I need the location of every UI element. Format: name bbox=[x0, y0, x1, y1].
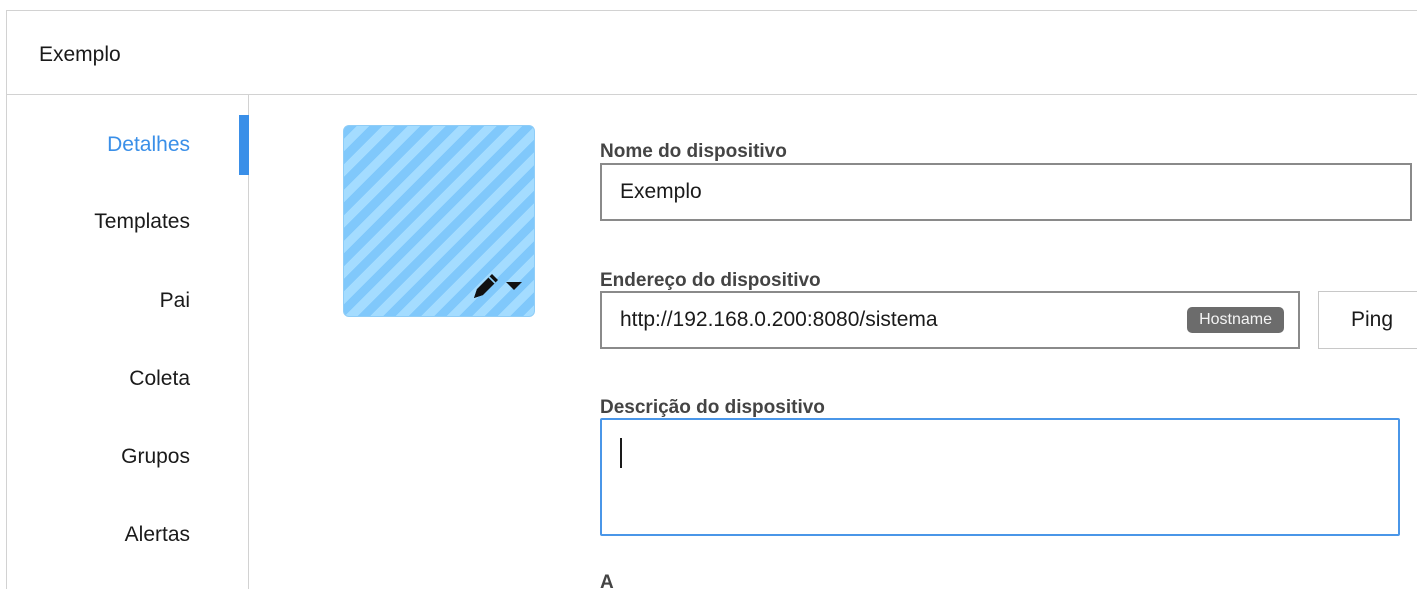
ping-button[interactable]: Ping bbox=[1318, 291, 1417, 349]
next-field-label-partial: A bbox=[600, 572, 614, 593]
sidebar-item-templates[interactable]: Templates bbox=[94, 210, 190, 234]
sidebar-item-coleta[interactable]: Coleta bbox=[129, 367, 190, 391]
sidebar-item-detalhes[interactable]: Detalhes bbox=[107, 133, 190, 157]
sidebar-nav: Detalhes Templates Pai Coleta Grupos Ale… bbox=[7, 95, 249, 589]
pencil-icon bbox=[468, 268, 504, 309]
device-description-field[interactable] bbox=[600, 418, 1400, 536]
avatar-edit-menu[interactable] bbox=[462, 268, 524, 308]
sidebar-item-grupos[interactable]: Grupos bbox=[121, 445, 190, 469]
page-title: Exemplo bbox=[39, 43, 121, 66]
device-address-field[interactable]: http://192.168.0.200:8080/sistema Hostna… bbox=[600, 291, 1300, 349]
device-address-label: Endereço do dispositivo bbox=[600, 270, 821, 291]
sidebar-item-pai[interactable]: Pai bbox=[160, 289, 190, 313]
sidebar-item-alertas[interactable]: Alertas bbox=[125, 523, 190, 547]
active-tab-indicator bbox=[239, 115, 249, 175]
device-name-value: Exemplo bbox=[620, 180, 702, 203]
panel-header: Exemplo bbox=[7, 11, 1417, 95]
device-name-field[interactable]: Exemplo bbox=[600, 163, 1412, 221]
device-avatar[interactable] bbox=[343, 125, 535, 317]
device-description-label: Descrição do dispositivo bbox=[600, 397, 825, 418]
device-name-label: Nome do dispositivo bbox=[600, 141, 787, 162]
hostname-badge: Hostname bbox=[1187, 307, 1284, 333]
text-caret bbox=[620, 438, 622, 468]
caret-down-icon bbox=[504, 279, 524, 298]
device-address-value: http://192.168.0.200:8080/sistema bbox=[620, 308, 938, 331]
